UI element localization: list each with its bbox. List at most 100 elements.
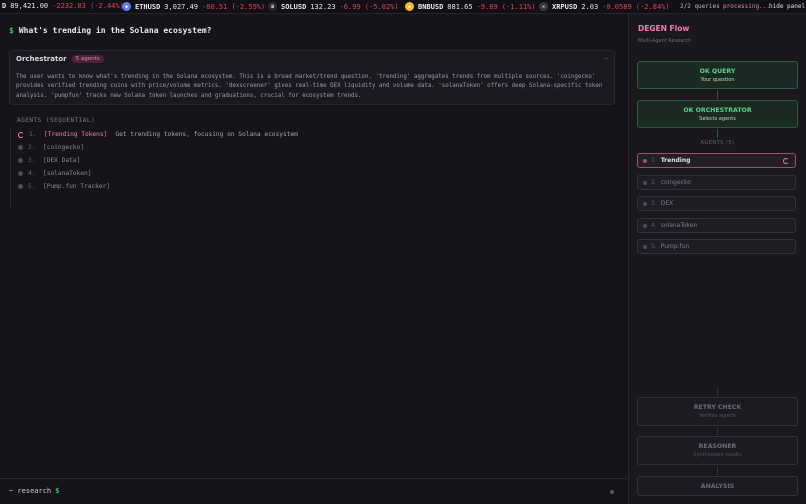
ticker-item-sol: ≡ SOLUSD 132.23 -6.99 (-5.02%) (268, 2, 399, 11)
research-main: $ What's trending in the Solana ecosyste… (0, 14, 627, 504)
orchestrator-node-subtitle: Selects agents (699, 116, 736, 122)
agent-number: 1. (29, 131, 37, 138)
ticker-symbol: ETHUSD (135, 2, 161, 11)
ticker-item-bnb: ◆ BNBUSD 881.65 -9.89 (-1.11%) (405, 2, 536, 11)
reasoner-node: REASONER Synthesizes results (637, 436, 798, 465)
agent-number: 2. (28, 144, 36, 151)
prompt-prefix: ~ research (9, 487, 52, 495)
retry-check-node: RETRY CHECK Verifies agents (637, 397, 798, 426)
agent-number: 2. (651, 179, 657, 186)
flow-connector (717, 427, 718, 435)
orchestrator-title: Orchestrator (16, 55, 67, 63)
pending-dot-icon (18, 171, 23, 176)
user-question: $ What's trending in the Solana ecosyste… (9, 26, 211, 35)
query-node-title: OK QUERY (699, 68, 736, 75)
agent-number: 4. (28, 170, 36, 177)
agent-step-4[interactable]: 4. [solanaToken] (18, 170, 91, 177)
flow-connector (717, 129, 718, 138)
bnb-icon: ◆ (405, 2, 414, 11)
agents-count-badge: 5 agents (71, 55, 104, 63)
agent-number: 5. (651, 243, 657, 250)
ticker-symbol: XRPUSD (552, 2, 578, 11)
dollar-icon: $ (9, 26, 14, 35)
panel-title: DEGEN Flow (638, 24, 690, 33)
loading-spinner-icon (783, 158, 789, 164)
processing-status: processing... (723, 3, 770, 10)
flow-agent-3[interactable]: 3. DEX (637, 196, 796, 211)
flow-agent-1[interactable]: 1. Trending (637, 153, 796, 168)
agent-name: solanaToken (660, 222, 698, 229)
analysis-node-title: ANALYSIS (700, 483, 735, 490)
flow-panel: DEGEN Flow Multi-Agent Research OK QUERY… (628, 14, 806, 504)
solana-icon: ≡ (268, 2, 277, 11)
flow-agent-2[interactable]: 2. coingecko (637, 175, 796, 190)
agent-name: DEX (660, 200, 674, 207)
agent-dot-icon (643, 180, 647, 185)
agents-section-label: AGENTS (SEQUENTIAL) (17, 117, 96, 124)
queries-count: 2/2 queries (680, 3, 720, 10)
orchestrator-node: OK ORCHESTRATOR Selects agents (637, 100, 798, 128)
question-text: What's trending in the Solana ecosystem? (18, 26, 212, 35)
flow-agent-4[interactable]: 4. solanaToken (637, 218, 796, 233)
ticker-price: 132.23 (310, 2, 336, 11)
agent-number: 3. (651, 200, 657, 207)
pending-dot-icon (18, 184, 23, 189)
agent-name: [solanaToken] (43, 170, 92, 177)
query-node: OK QUERY Your question (637, 61, 798, 89)
agent-step-3[interactable]: 3. [DEX Data] (18, 157, 80, 164)
agent-description: Get trending tokens, focusing on Solana … (115, 131, 298, 138)
agent-name: coingecko (660, 179, 691, 186)
reasoner-node-title: REASONER (698, 443, 737, 450)
reasoner-node-subtitle: Synthesizes results (693, 452, 742, 458)
flow-connector (717, 388, 718, 396)
agent-number: 1. (651, 157, 657, 164)
ticker-change: -6.99 (-5.02%) (339, 2, 399, 11)
agent-dot-icon (643, 223, 647, 228)
agent-number: 5. (28, 183, 36, 190)
ticker-change: -0.0589 (-2.84%) (602, 2, 670, 11)
agent-step-5[interactable]: 5. [Pump.fun Tracker] (18, 183, 110, 190)
hide-panel-button[interactable]: hide panel (769, 3, 805, 10)
pending-dot-icon (18, 158, 23, 163)
prompt-symbol: $ (55, 487, 60, 495)
ticker-change: -9.89 (-1.11%) (476, 2, 536, 11)
ticker-item-xrp: ✕ XRPUSD 2.03 -0.0589 (-2.84%) (539, 2, 670, 11)
agent-dot-icon (643, 201, 647, 206)
ticker-price: 2.03 (581, 2, 599, 11)
ticker-price: 881.65 (447, 2, 473, 11)
agent-number: 3. (28, 157, 36, 164)
ticker-change: -2232.83 (-2.44%) (52, 2, 124, 10)
flow-connector (717, 466, 718, 475)
status-dot-icon (610, 490, 614, 494)
agent-name: [Trending Tokens] (44, 131, 108, 138)
agent-dot-icon (643, 158, 647, 163)
command-prompt-bar[interactable]: ~ research $ (0, 478, 627, 504)
agents-timeline (10, 128, 11, 208)
ticker-symbol: D (2, 2, 7, 10)
flow-agent-5[interactable]: 5. Pump.fun (637, 239, 796, 254)
ticker-item-eth: ◆ ETHUSD 3,027.49 -80.51 (-2.59%) (122, 2, 265, 11)
collapse-button[interactable]: – (605, 54, 609, 62)
agent-name: [coingecko] (43, 144, 84, 151)
flow-connector (717, 90, 718, 99)
panel-subtitle: Multi-Agent Research (638, 38, 692, 44)
ticker-symbol: BNBUSD (418, 2, 444, 11)
orchestrator-box: Orchestrator 5 agents – The user wants t… (9, 50, 615, 105)
agent-step-1[interactable]: 1. [Trending Tokens] Get trending tokens… (18, 131, 298, 138)
analysis-node: ANALYSIS (637, 476, 798, 496)
ticker-price: 89,421.00 (10, 2, 49, 10)
agent-name: Pump.fun (660, 243, 690, 250)
ethereum-icon: ◆ (122, 2, 131, 11)
agent-dot-icon (643, 244, 647, 249)
agent-step-2[interactable]: 2. [coingecko] (18, 144, 84, 151)
retry-node-title: RETRY CHECK (693, 404, 742, 411)
ticker-price: 3,027.49 (164, 2, 199, 11)
agent-name: Trending (660, 157, 691, 164)
ticker-symbol: SOLUSD (281, 2, 307, 11)
command-prompt[interactable]: ~ research $ (9, 487, 59, 495)
price-ticker: D 89,421.00 -2232.83 (-2.44%) ◆ ETHUSD 3… (0, 0, 806, 14)
agents-group-label: AGENTS (5) (700, 140, 735, 146)
xrp-icon: ✕ (539, 2, 548, 11)
agent-number: 4. (651, 222, 657, 229)
pending-dot-icon (18, 145, 23, 150)
